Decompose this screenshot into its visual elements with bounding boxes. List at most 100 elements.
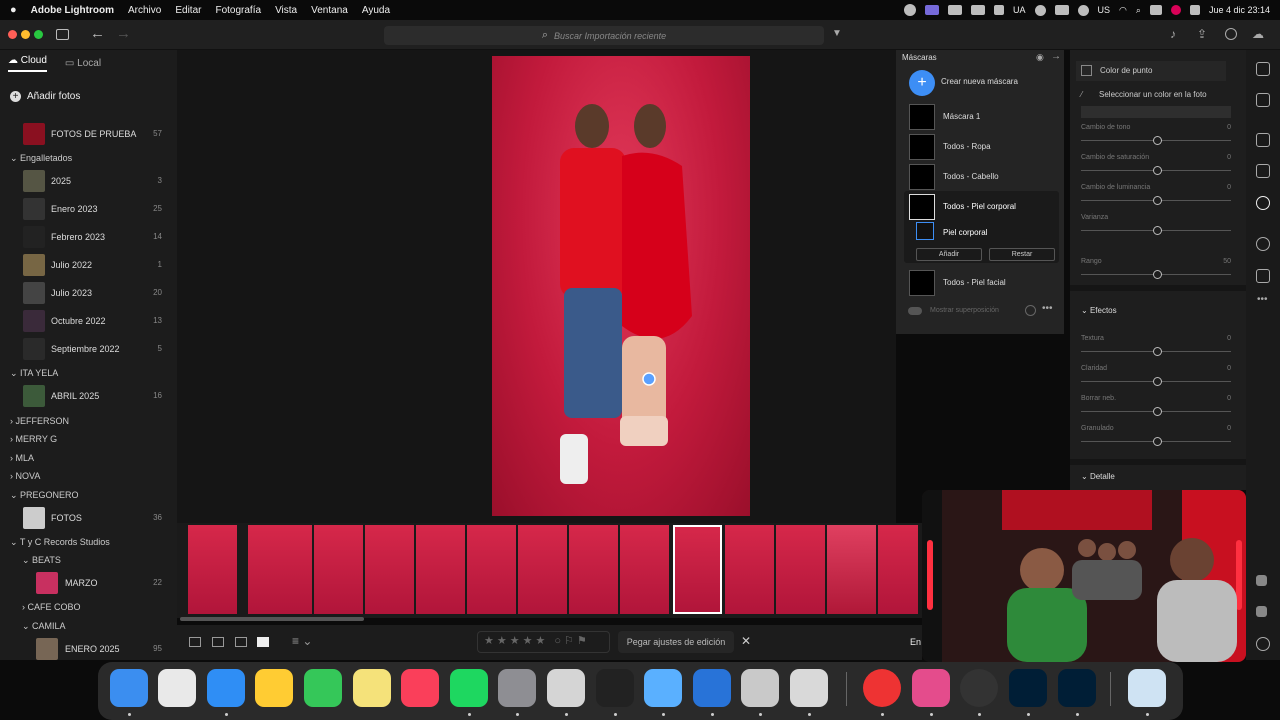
forward-icon[interactable]: → [116,25,131,42]
apple-icon[interactable]: ● [10,4,17,16]
reject-flag-icon[interactable]: ○⚐⚑ [554,635,589,647]
menu-archivo[interactable]: Archivo [128,5,161,16]
finder-icon[interactable] [110,669,148,707]
mask-item[interactable]: Todos - Cabello [896,162,1064,190]
collapse-icon[interactable]: → [1051,51,1061,62]
rating-icon[interactable] [1256,575,1267,586]
album-item[interactable]: FOTOS DE PRUEBA 57 [0,121,177,147]
album-item[interactable]: Octubre 2022 13 [0,308,177,334]
safari-icon[interactable] [207,669,245,707]
home-icon[interactable] [255,669,293,707]
screen-icon[interactable] [925,5,940,15]
main-photo[interactable] [492,56,750,516]
close-icon[interactable]: ✕ [741,634,751,648]
album-item[interactable]: ABRIL 2025 16 [0,383,177,409]
slider-knob[interactable] [1153,166,1162,175]
circle-icon[interactable] [1077,4,1089,16]
outlook-icon[interactable] [693,669,731,707]
add-photos-button[interactable]: + Añadir fotos [0,84,177,108]
star-icon[interactable]: ★★★★★ [484,635,548,647]
group-camila[interactable]: ⌄ CAMILA [22,621,66,632]
create-mask-button[interactable]: + Crear nueva máscara [896,68,1064,96]
list-icon[interactable] [994,5,1005,15]
add-mask-button[interactable]: Añadir [916,248,982,261]
back-icon[interactable]: ← [90,25,105,42]
group-engalletados[interactable]: ⌄ Engalletados [10,153,72,164]
device-app-icon[interactable] [644,669,682,707]
record-icon[interactable] [1170,5,1181,15]
history-icon[interactable] [1256,237,1270,251]
slider-knob[interactable] [1153,377,1162,386]
saturation-shift-slider[interactable]: Cambio de saturación 0 [1081,154,1231,175]
film-thumb[interactable] [725,525,774,614]
overlay-toggle[interactable] [908,307,922,315]
spotify-icon[interactable] [450,669,488,707]
input-ua[interactable]: UA [1013,5,1026,15]
film-thumb[interactable] [569,525,618,614]
film-thumb[interactable] [518,525,567,614]
trash-icon[interactable] [1128,669,1166,707]
launchpad-icon[interactable] [158,669,196,707]
facetime-icon[interactable] [304,669,342,707]
variance-slider[interactable]: Varianza [1081,214,1231,235]
effects-header[interactable]: ⌄ Efectos [1081,306,1117,315]
slider-knob[interactable] [1153,196,1162,205]
film-thumb[interactable] [827,525,876,614]
sync-icon[interactable] [1034,4,1046,16]
mask-item-selected[interactable]: Todos - Piel corporal [896,192,1064,220]
overlay-color-icon[interactable] [1025,305,1036,316]
film-thumb[interactable] [365,525,414,614]
slider-knob[interactable] [1153,270,1162,279]
photoshop-icon[interactable] [1058,669,1096,707]
film-thumb[interactable] [467,525,516,614]
menu-editar[interactable]: Editar [175,5,201,16]
close-icon[interactable] [8,30,17,39]
filter-icon[interactable]: ▼ [832,28,842,39]
menu-ventana[interactable]: Ventana [311,5,348,16]
luminance-shift-slider[interactable]: Cambio de luminancia 0 [1081,184,1231,205]
obs-icon[interactable] [904,4,917,16]
group-pregonero[interactable]: ⌄ PREGONERO [10,490,79,501]
slider-knob[interactable] [1153,407,1162,416]
music-icon[interactable] [401,669,439,707]
zoom-icon[interactable] [34,30,43,39]
grain-slider[interactable]: Granulado 0 [1081,425,1231,446]
group-merry-g[interactable]: › MERRY G [10,434,57,444]
square-grid-icon[interactable] [212,637,224,647]
film-thumb[interactable] [248,525,312,614]
group-jefferson[interactable]: › JEFFERSON [10,416,69,426]
film-thumb-selected[interactable] [673,525,722,614]
group-mla[interactable]: › MLA [10,453,34,463]
ulanzi-icon[interactable] [1054,5,1069,15]
album-item[interactable]: Septiembre 2022 5 [0,336,177,362]
texture-slider[interactable]: Textura 0 [1081,335,1231,356]
group-ita-yela[interactable]: ⌄ ITA YELA [10,368,58,379]
menu-ayuda[interactable]: Ayuda [362,5,390,16]
slider-knob[interactable] [1153,226,1162,235]
slider-knob[interactable] [1153,437,1162,446]
input-us[interactable]: US [1098,5,1111,15]
group-cafe-cobo[interactable]: › CAFE COBO [22,602,81,612]
search-icon[interactable]: ⌕ [1136,5,1141,16]
slider-knob[interactable] [1153,347,1162,356]
group-tyc-records[interactable]: ⌄ T y C Records Studios [10,537,110,548]
davinci-resolve-icon[interactable] [596,669,634,707]
app-icon[interactable] [741,669,779,707]
mask-item[interactable]: Máscara 1 [896,102,1064,130]
menu-vista[interactable]: Vista [275,5,297,16]
search-bar[interactable]: ⌕ Buscar Importación reciente [384,26,824,45]
minimize-icon[interactable] [21,30,30,39]
clarity-slider[interactable]: Claridad 0 [1081,365,1231,386]
film-thumb[interactable] [314,525,363,614]
album-item[interactable]: 2025 3 [0,168,177,194]
detail-view-icon[interactable] [235,637,247,647]
siri-icon[interactable] [1189,5,1200,15]
masking-icon[interactable] [1256,196,1270,210]
ulanzi-studio-icon[interactable] [912,669,950,707]
tab-cloud[interactable]: ☁ Cloud [8,55,47,72]
control-center-icon[interactable] [1149,5,1162,15]
versions-icon[interactable] [1256,269,1270,283]
dehaze-slider[interactable]: Borrar neb. 0 [1081,395,1231,416]
mask-component[interactable]: Piel corporal [896,220,1064,242]
detail-header[interactable]: ⌄ Detalle [1081,472,1115,481]
